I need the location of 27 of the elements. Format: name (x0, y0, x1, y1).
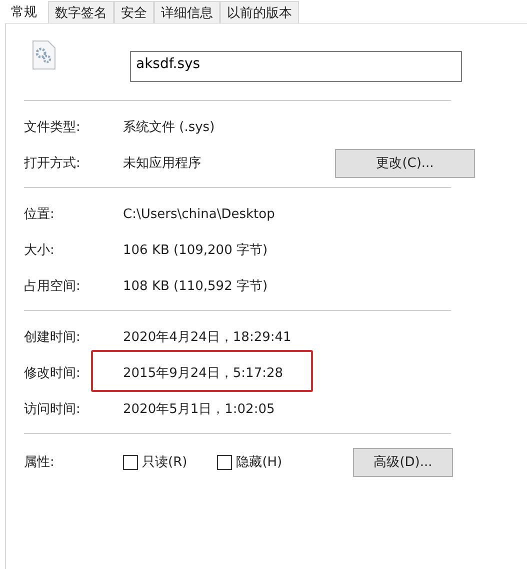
field-label: 位置: (24, 206, 56, 223)
field-label: 访问时间: (24, 401, 82, 418)
tab[interactable]: 详细信息 (154, 1, 220, 23)
field-value: 108 KB (110,592 字节) (123, 278, 268, 295)
checkbox[interactable]: 隐藏(H) (217, 453, 282, 471)
field-value: 2020年5月1日，1:02:05 (123, 402, 275, 417)
field-label: 打开方式: (24, 155, 82, 172)
field-label: 文件类型: (24, 119, 82, 136)
field-label: 属性: (24, 454, 56, 471)
tab[interactable]: 数字签名 (48, 1, 114, 23)
field-value: 未知应用程序 (123, 155, 201, 172)
system-file-icon (32, 40, 56, 70)
file-name-field[interactable]: aksdf.sys (130, 50, 462, 82)
field-label: 创建时间: (24, 329, 82, 346)
field-label: 大小: (24, 242, 56, 259)
checkbox[interactable]: 只读(R) (123, 453, 188, 471)
field-value: 2020年4月24日，18:29:41 (123, 330, 292, 345)
field-label: 修改时间: (24, 365, 82, 382)
change-button[interactable]: 更改(C)... (335, 148, 475, 178)
tab[interactable]: 安全 (114, 1, 154, 23)
field-label: 占用空间: (24, 278, 82, 295)
tab[interactable]: 以前的版本 (220, 1, 299, 23)
field-value: 106 KB (109,200 字节) (123, 242, 268, 259)
field-value: 系统文件 (.sys) (123, 119, 215, 136)
advanced-button[interactable]: 高级(D)... (353, 448, 453, 476)
field-value: C:\Users\china\Desktop (123, 206, 275, 222)
field-value: 2015年9月24日，5:17:28 (123, 366, 284, 381)
